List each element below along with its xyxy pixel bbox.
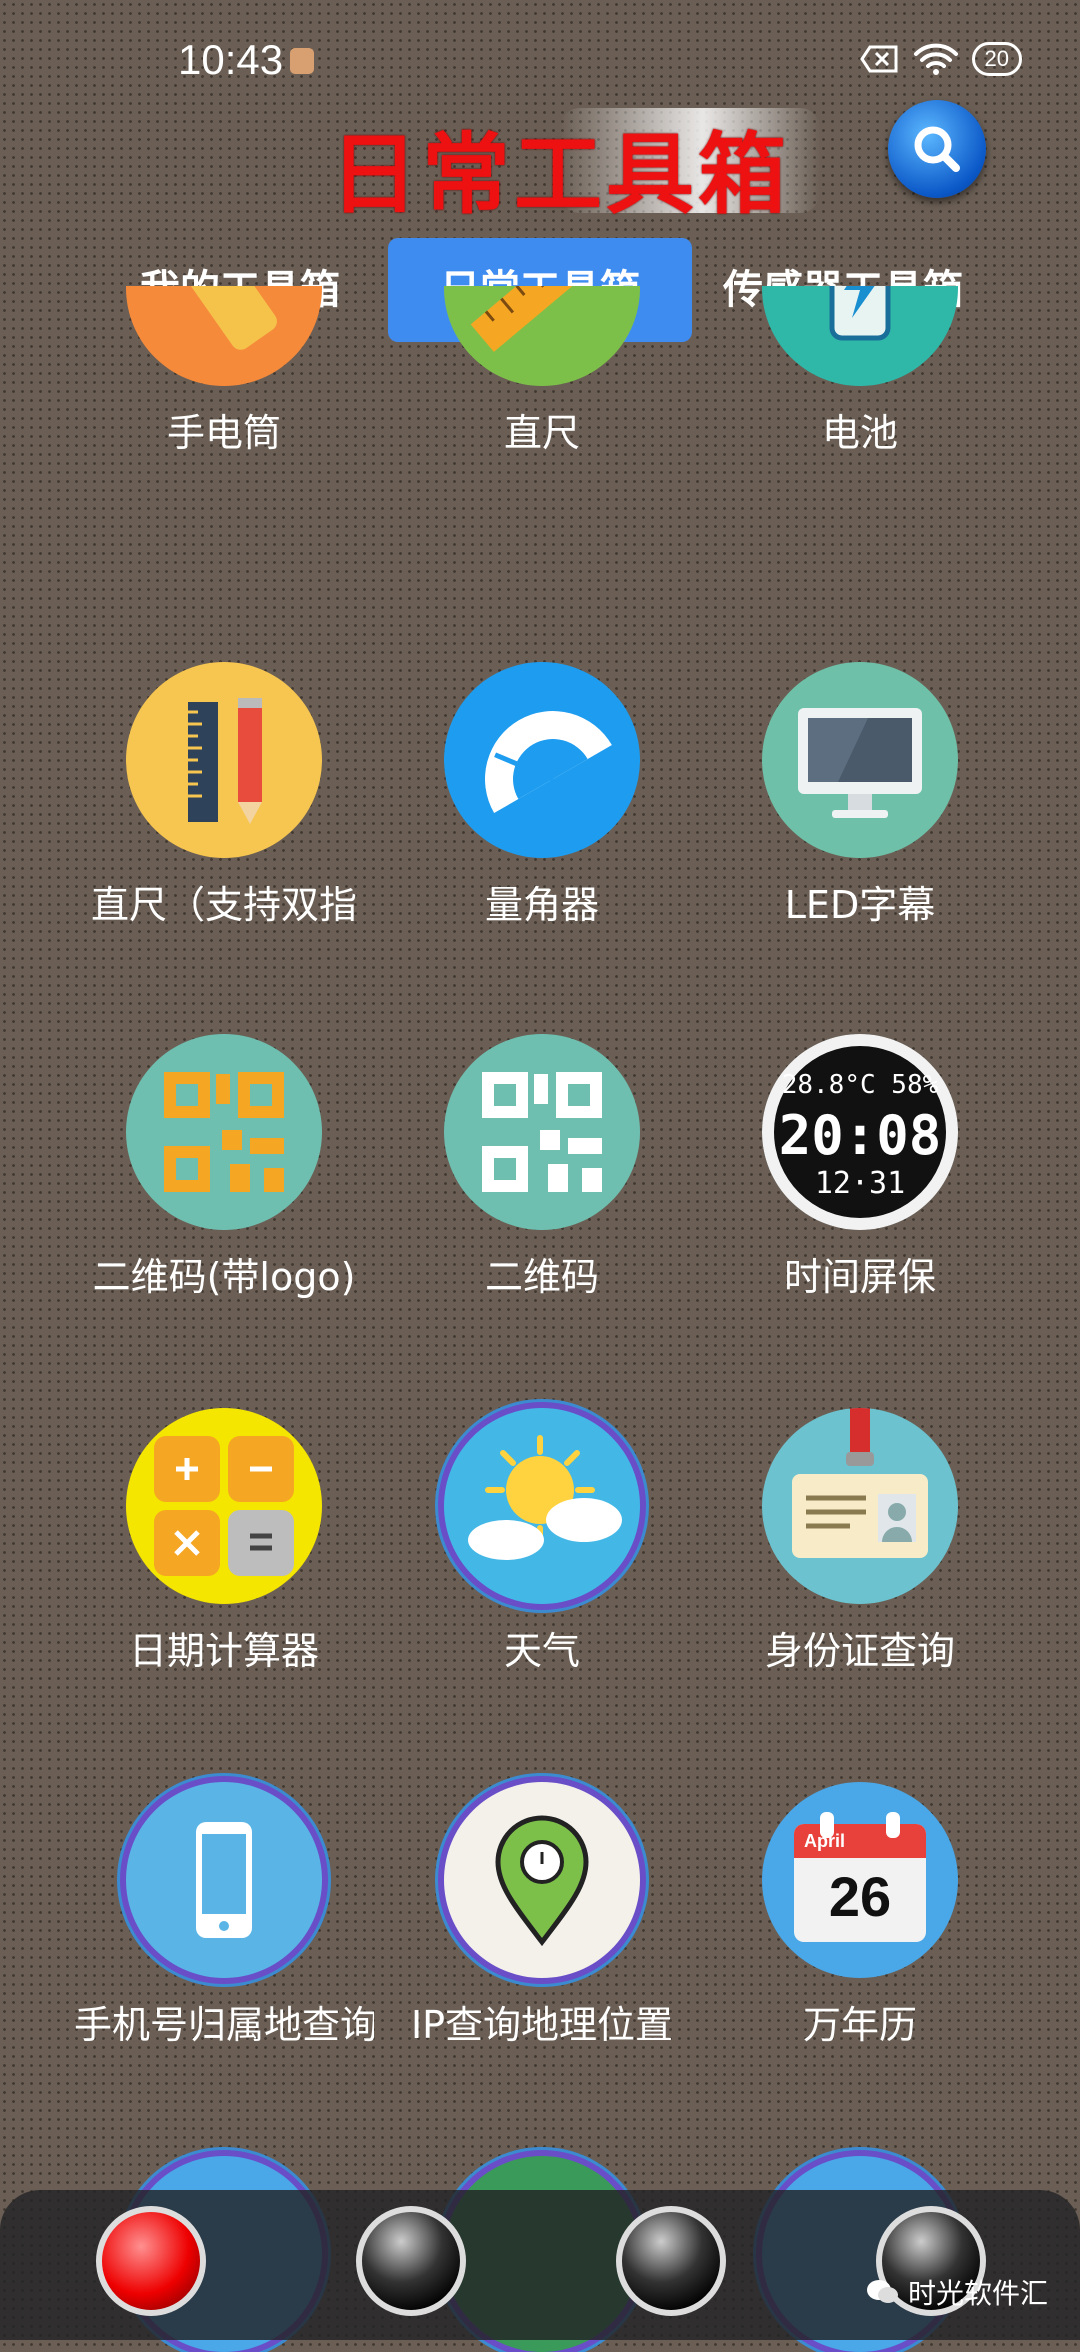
tool-ip-location[interactable]: IP查询地理位置	[382, 1782, 702, 2049]
calendar-ring	[820, 1812, 834, 1838]
tool-label: 手电筒	[166, 411, 281, 455]
tool-label: IP查询地理位置	[410, 2003, 674, 2047]
tool-label: 天气	[503, 1629, 580, 1673]
battery-icon	[762, 286, 958, 386]
calendar-month: April	[794, 1824, 926, 1858]
phone-icon	[126, 1782, 322, 1978]
tool-label: 万年历	[802, 2003, 917, 2047]
tool-ruler-multitouch[interactable]: 直尺（支持双指	[64, 662, 384, 929]
tool-label: 二维码	[484, 1255, 599, 1299]
location-pin-icon	[444, 1782, 640, 1978]
tool-protractor[interactable]: 量角器	[382, 662, 702, 929]
tool-flashlight[interactable]: 手电筒	[64, 286, 384, 457]
id-card-icon	[762, 1408, 958, 1604]
tool-phone-location[interactable]: 手机号归属地查询	[64, 1782, 384, 2049]
weather-icon	[444, 1408, 640, 1604]
protractor-icon	[444, 662, 640, 858]
dock-button-black-2[interactable]	[616, 2206, 726, 2316]
tool-grid: 手电筒 直尺 电池 直尺（支持双指 量角器 LED字幕 二维码(带logo) 二…	[0, 0, 1080, 2352]
ruler-icon	[444, 286, 640, 386]
calendar-page: April 26	[794, 1824, 926, 1942]
tool-time-screensaver[interactable]: 28.8°C 58% 20:08 12·31 时间屏保	[700, 1034, 1020, 1301]
qr-logo-icon	[126, 1034, 322, 1230]
clock-date: 12·31	[814, 1166, 906, 1201]
bottom-dock	[0, 2190, 1080, 2340]
tool-qr-code[interactable]: 二维码	[382, 1034, 702, 1301]
tool-calendar[interactable]: April 26 万年历	[700, 1782, 1020, 2049]
flashlight-icon	[126, 286, 322, 386]
calendar-day: 26	[828, 1865, 892, 1928]
tool-weather[interactable]: 天气	[382, 1408, 702, 1675]
watermark: 时光软件汇	[866, 2272, 1048, 2312]
tool-led-subtitle[interactable]: LED字幕	[700, 662, 1020, 929]
calculator-icon	[126, 1408, 322, 1604]
tool-id-card[interactable]: 身份证查询	[700, 1408, 1020, 1675]
clock-time: 20:08	[778, 1104, 942, 1167]
tool-label: 量角器	[484, 883, 599, 927]
tool-label: 电池	[821, 411, 898, 455]
calendar-ring	[886, 1812, 900, 1838]
tool-date-calculator[interactable]: 日期计算器	[64, 1408, 384, 1675]
watermark-text: 时光软件汇	[907, 2277, 1048, 2310]
dock-button-black-1[interactable]	[356, 2206, 466, 2316]
wechat-icon	[866, 2280, 898, 2303]
tool-label: 日期计算器	[128, 1629, 319, 1673]
tool-label: 二维码(带logo)	[92, 1255, 356, 1299]
digital-clock-icon: 28.8°C 58% 20:08 12·31	[762, 1034, 958, 1230]
tool-label: 时间屏保	[783, 1255, 936, 1299]
ruler-pencil-icon	[126, 662, 322, 858]
tool-label: 身份证查询	[764, 1629, 955, 1673]
tool-qr-logo[interactable]: 二维码(带logo)	[64, 1034, 384, 1301]
tool-ruler[interactable]: 直尺	[382, 286, 702, 457]
dock-button-red[interactable]	[96, 2206, 206, 2316]
monitor-icon	[762, 662, 958, 858]
qr-code-icon	[444, 1034, 640, 1230]
clock-top: 28.8°C 58%	[781, 1070, 939, 1100]
tool-battery[interactable]: 电池	[700, 286, 1020, 457]
calendar-icon: April 26	[762, 1782, 958, 1978]
tool-label: 直尺（支持双指	[90, 883, 357, 927]
tool-label: 手机号归属地查询	[74, 2003, 374, 2047]
tool-label: LED字幕	[784, 883, 936, 927]
tool-label: 直尺	[503, 411, 580, 455]
